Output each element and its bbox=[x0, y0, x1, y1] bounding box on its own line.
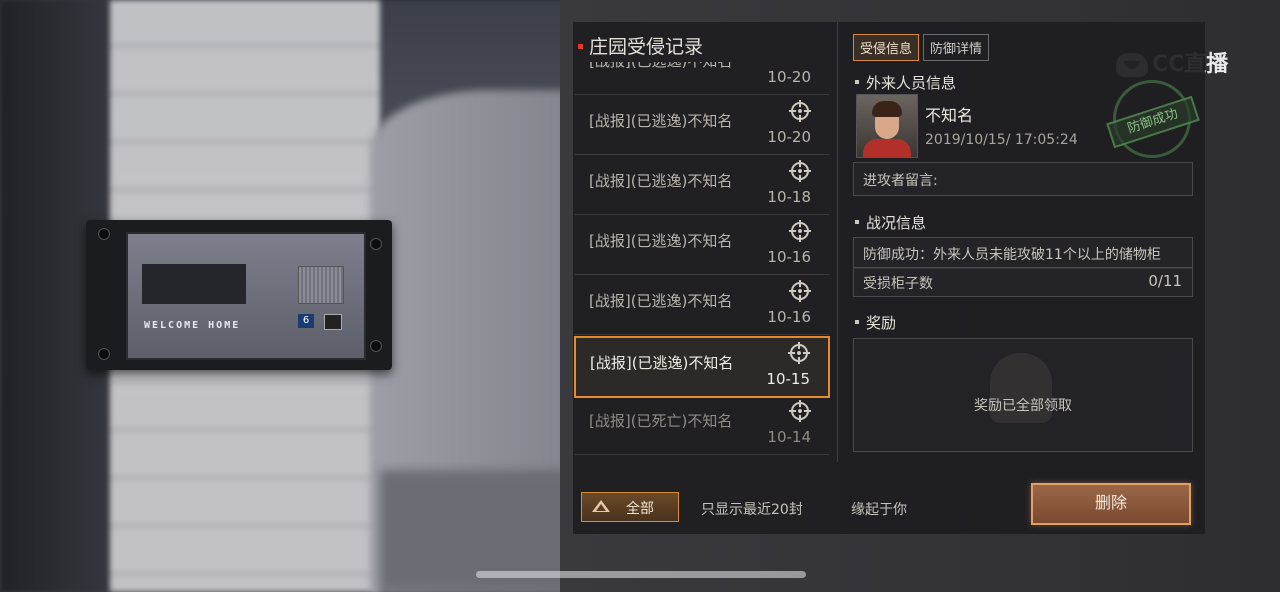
record-date: 10-14 bbox=[767, 428, 811, 446]
record-row[interactable]: [战报](已逃逸)不知名 10-15 bbox=[574, 336, 830, 398]
record-title: [战报](已逃逸)不知名 bbox=[589, 62, 732, 71]
screw-icon bbox=[98, 348, 110, 360]
stamp-text: 防御成功 bbox=[1106, 95, 1200, 149]
screw-icon bbox=[370, 238, 382, 250]
intercom-screen bbox=[142, 264, 246, 304]
filter-all-label: 全部 bbox=[626, 501, 654, 517]
title-marker-icon bbox=[578, 43, 583, 49]
collapse-triangle-icon bbox=[592, 500, 610, 512]
divider bbox=[837, 22, 838, 462]
visitor-section-heading: 外来人员信息 bbox=[855, 72, 956, 93]
screw-icon bbox=[98, 228, 110, 240]
record-date: 10-15 bbox=[766, 370, 810, 388]
intercom-welcome-text: WELCOME HOME bbox=[144, 320, 241, 331]
locate-target-icon[interactable] bbox=[789, 400, 811, 422]
filter-all-button[interactable]: 全部 bbox=[581, 492, 679, 522]
record-date: 10-20 bbox=[767, 68, 811, 86]
record-title: [战报](已死亡)不知名 bbox=[589, 412, 733, 430]
detail-tabs: 受侵信息 防御详情 bbox=[853, 34, 993, 61]
battle-result-text: 防御成功：外来人员未能攻破11个以上的储物柜 bbox=[863, 247, 1161, 263]
tab-defense-details[interactable]: 防御详情 bbox=[923, 34, 990, 61]
record-row[interactable]: [战报](已逃逸)不知名 10-20 bbox=[575, 62, 829, 95]
reward-box: 奖励已全部领取 bbox=[853, 338, 1193, 452]
attacker-message-label: 进攻者留言: bbox=[863, 173, 938, 189]
record-row[interactable]: [战报](已逃逸)不知名 10-16 bbox=[575, 216, 829, 275]
screw-icon bbox=[370, 340, 382, 352]
tab-intrusion-info[interactable]: 受侵信息 bbox=[853, 34, 920, 61]
panel-title: 庄园受侵记录 bbox=[573, 32, 703, 58]
record-date: 10-20 bbox=[767, 128, 811, 146]
battle-section-heading: 战况信息 bbox=[855, 212, 926, 233]
intercom-face: WELCOME HOME 6 bbox=[126, 232, 366, 360]
record-title: [战报](已逃逸)不知名 bbox=[589, 232, 733, 250]
reward-section-heading: 奖励 bbox=[855, 312, 896, 333]
record-row[interactable]: [战报](已逃逸)不知名 10-18 bbox=[575, 156, 829, 215]
limit-note: 只显示最近20封 bbox=[701, 502, 803, 518]
intercom-bell-button bbox=[324, 314, 342, 330]
record-row[interactable]: [战报](已逃逸)不知名 10-20 bbox=[575, 96, 829, 155]
damaged-cabinets-box: 受损柜子数 0/11 bbox=[853, 267, 1193, 297]
intercom-number-button: 6 bbox=[298, 314, 314, 328]
record-list[interactable]: [战报](已逃逸)不知名10-20[战报](已逃逸)不知名10-20[战报](已… bbox=[573, 62, 837, 464]
signature-text: 缘起于你 bbox=[851, 502, 907, 518]
locate-target-icon[interactable] bbox=[789, 100, 811, 122]
intrusion-record-panel: 庄园受侵记录 [战报](已逃逸)不知名 10-20 [战报](已逃逸)不知名 10-2… bbox=[573, 22, 1205, 534]
visitor-avatar bbox=[856, 94, 918, 158]
visitor-name: 不知名 bbox=[925, 106, 974, 125]
damaged-cabinets-value: 0/11 bbox=[1148, 272, 1182, 290]
record-title: [战报](已逃逸)不知名 bbox=[589, 112, 733, 130]
panel-title-text: 庄园受侵记录 bbox=[589, 36, 704, 58]
defense-success-stamp: 防御成功 bbox=[1106, 80, 1200, 158]
record-title: [战报](已逃逸)不知名 bbox=[590, 354, 734, 372]
delete-button[interactable]: 删除 bbox=[1031, 483, 1191, 525]
battle-result-box: 防御成功：外来人员未能攻破11个以上的储物柜 bbox=[853, 237, 1193, 269]
locate-target-icon[interactable] bbox=[788, 342, 810, 364]
record-title: [战报](已逃逸)不知名 bbox=[589, 292, 733, 310]
home-indicator[interactable] bbox=[476, 571, 806, 578]
locate-target-icon[interactable] bbox=[789, 280, 811, 302]
reward-status: 奖励已全部领取 bbox=[974, 398, 1072, 414]
record-title: [战报](已逃逸)不知名 bbox=[589, 172, 733, 190]
locate-target-icon[interactable] bbox=[789, 160, 811, 182]
damaged-cabinets-label: 受损柜子数 bbox=[863, 276, 933, 292]
door-intercom: WELCOME HOME 6 bbox=[86, 220, 392, 370]
locate-target-icon[interactable] bbox=[789, 220, 811, 242]
record-row[interactable]: [战报](已死亡)不知名 10-14 bbox=[575, 396, 829, 455]
record-date: 10-18 bbox=[767, 188, 811, 206]
record-row[interactable]: [战报](已逃逸)不知名 10-16 bbox=[575, 276, 829, 335]
attacker-message-box: 进攻者留言: bbox=[853, 162, 1193, 196]
record-date: 10-16 bbox=[767, 248, 811, 266]
intercom-speaker bbox=[298, 266, 344, 304]
record-date: 10-16 bbox=[767, 308, 811, 326]
visitor-time: 2019/10/15/ 17:05:24 bbox=[925, 132, 1078, 148]
